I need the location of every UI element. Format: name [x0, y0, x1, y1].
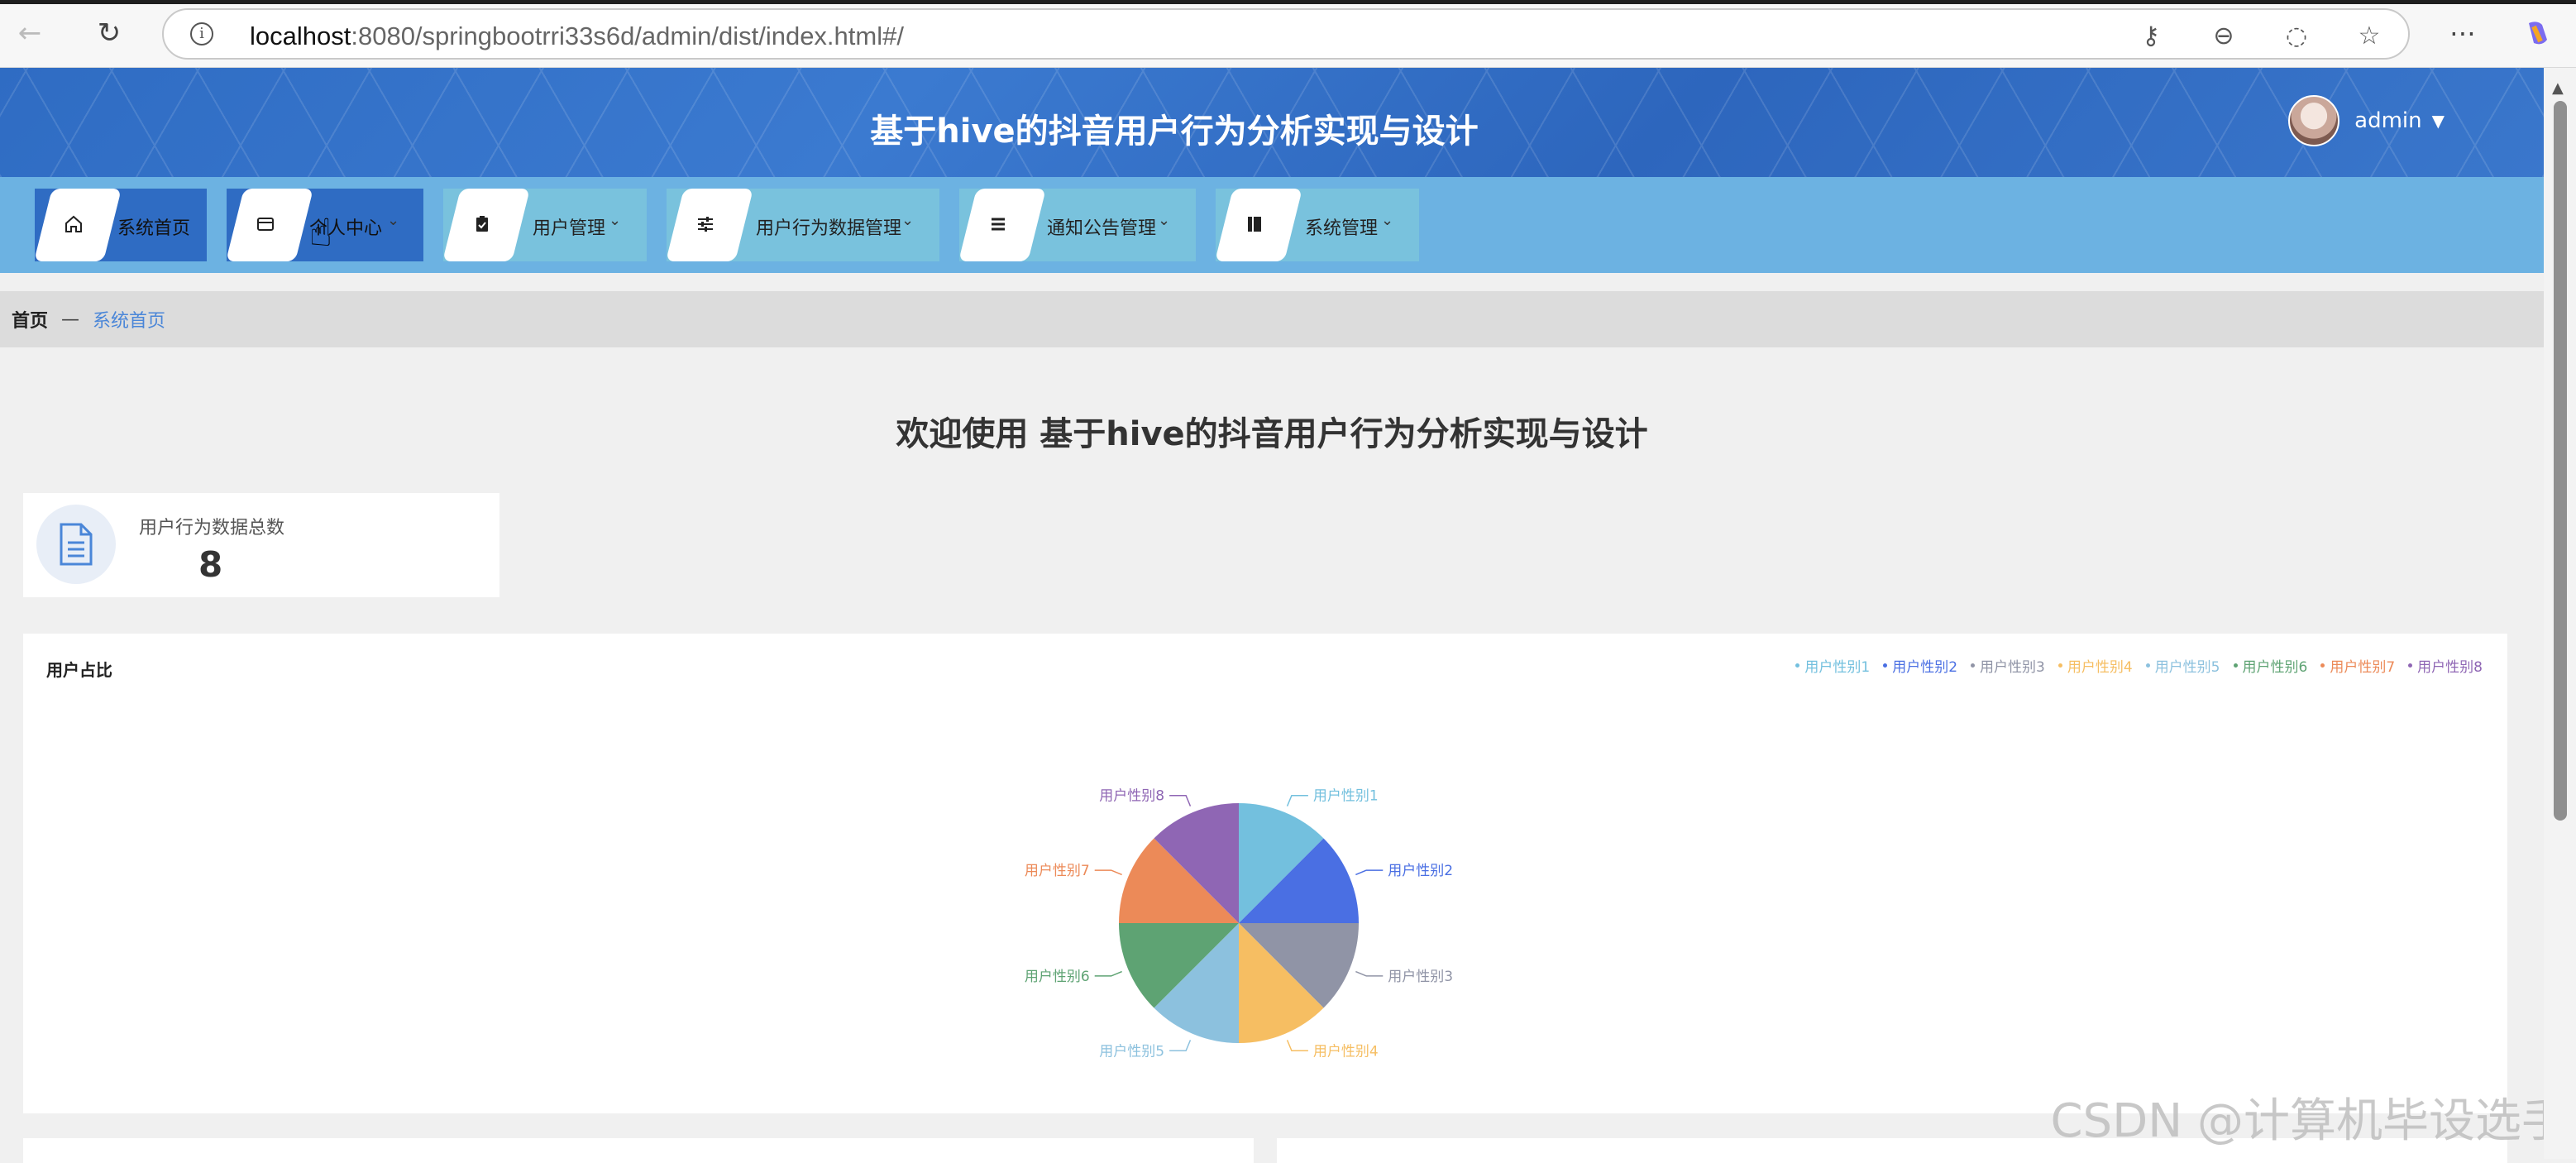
chevron-down-icon: ⌄ [1158, 212, 1171, 229]
chevron-down-icon: ⌄ [387, 212, 400, 229]
home-icon [61, 212, 86, 237]
pie-label: 用户性别7 [1025, 863, 1090, 879]
menu-label: 用户管理 [533, 218, 606, 239]
menu-item-notice-management[interactable]: 通知公告管理 ⌄ [958, 189, 1196, 261]
scroll-thumb[interactable] [2554, 101, 2567, 821]
legend-dot [1795, 663, 1800, 668]
legend-item[interactable]: 用户性别3 [1971, 655, 2045, 676]
pie-label-line [1355, 869, 1384, 876]
hand-cursor-icon: ☝ [309, 210, 333, 255]
legend-dot [2320, 663, 2325, 668]
legend-dot [1971, 663, 1976, 668]
legend-item[interactable]: 用户性别4 [2057, 655, 2133, 676]
edge-icon[interactable]: ◌ [2282, 22, 2311, 50]
menu-item-home[interactable]: 系统首页 [34, 189, 207, 261]
legend-dot [1883, 663, 1888, 668]
stat-value: 8 [198, 544, 223, 585]
pie-label-line [1169, 1040, 1192, 1052]
pie-label: 用户性别4 [1313, 1043, 1379, 1060]
list-icon [986, 212, 1011, 237]
url-text[interactable]: localhost:8080/springbootrri33s6d/admin/… [250, 22, 904, 51]
more-icon[interactable]: ⋯ [2445, 15, 2481, 51]
legend-dot [2145, 663, 2150, 668]
legend-item[interactable]: 用户性别2 [1883, 655, 1957, 676]
pie-label: 用户性别3 [1388, 969, 1453, 985]
copilot-icon[interactable] [2519, 15, 2555, 51]
chevron-down-icon: ⌄ [609, 212, 622, 229]
reload-icon[interactable]: ↻ [91, 15, 127, 51]
back-icon[interactable]: ← [12, 15, 48, 51]
pie-label: 用户性别8 [1099, 788, 1164, 805]
bottom-panel-left [23, 1138, 1254, 1163]
legend-label: 用户性别3 [1980, 659, 2045, 676]
menu-item-user-management[interactable]: 用户管理 ⌄ [442, 189, 647, 261]
page-scrollbar[interactable]: ▲ [2544, 68, 2576, 1159]
legend-dot [2057, 663, 2062, 668]
pie-label-line [1169, 794, 1192, 806]
breadcrumb-home[interactable]: 首页 [12, 306, 48, 333]
avatar[interactable] [2288, 95, 2340, 146]
breadcrumb-separator: — [61, 309, 80, 330]
app-title: 基于hive的抖音用户行为分析实现与设计 [870, 112, 1479, 151]
browser-toolbar: ← ↻ i localhost:8080/springbootrri33s6d/… [0, 0, 2576, 68]
legend-item[interactable]: 用户性别5 [2145, 655, 2220, 676]
stat-label: 用户行为数据总数 [139, 518, 285, 538]
chevron-down-icon: ⌄ [901, 212, 915, 229]
key-icon[interactable]: ⚷ [2137, 22, 2165, 50]
legend-item[interactable]: 用户性别7 [2320, 655, 2395, 676]
welcome-title: 欢迎使用 基于hive的抖音用户行为分析实现与设计 [896, 415, 1648, 453]
legend-label: 用户性别1 [1804, 659, 1871, 676]
book-icon [1242, 212, 1267, 237]
breadcrumb-current[interactable]: 系统首页 [93, 306, 165, 333]
legend-item[interactable]: 用户性别8 [2408, 655, 2483, 676]
legend-label: 用户性别4 [2067, 659, 2133, 676]
address-bar[interactable]: i localhost:8080/springbootrri33s6d/admi… [162, 8, 2410, 60]
sliders-icon [693, 212, 718, 237]
legend-label: 用户性别5 [2154, 659, 2220, 676]
chart-panel: 用户占比 用户性别1 用户性别2 用户性别3 用户性别4 用户性别5 用户性别6 用户性别7… [23, 634, 2507, 1113]
app-header: 基于hive的抖音用户行为分析实现与设计 admin ▼ [0, 68, 2544, 177]
breadcrumb: 首页 — 系统首页 [0, 291, 2544, 347]
zoom-out-icon[interactable]: ⊖ [2210, 22, 2238, 50]
favorite-star-icon[interactable]: ☆ [2355, 22, 2383, 50]
document-icon [36, 505, 116, 584]
scroll-up-icon[interactable]: ▲ [2552, 79, 2564, 97]
legend-label: 用户性别7 [2330, 659, 2396, 676]
menu-label: 用户行为数据管理 [756, 218, 902, 239]
pie-label-line [1286, 794, 1308, 806]
legend-item[interactable]: 用户性别6 [2233, 655, 2308, 676]
chart-legend: 用户性别1 用户性别2 用户性别3 用户性别4 用户性别5 用户性别6 用户性别7 用户性别8 [1782, 655, 2483, 676]
user-name[interactable]: admin [2354, 108, 2421, 133]
info-icon[interactable]: i [190, 22, 213, 45]
menu-item-behavior-data[interactable]: 用户行为数据管理 ⌄ [666, 189, 939, 261]
pie-label: 用户性别1 [1313, 788, 1379, 805]
menu-label: 系统首页 [117, 218, 191, 239]
chart-title: 用户占比 [46, 660, 112, 680]
pie-label: 用户性别6 [1025, 969, 1090, 985]
stat-card: 用户行为数据总数 8 [23, 493, 499, 597]
legend-label: 用户性别8 [2417, 659, 2483, 676]
menu-label: 系统管理 [1305, 218, 1379, 239]
legend-dot [2233, 663, 2238, 668]
legend-item[interactable]: 用户性别1 [1795, 655, 1870, 676]
chevron-down-icon: ⌄ [1381, 212, 1394, 229]
pie-label-line [1355, 970, 1384, 977]
menu-item-system-management[interactable]: 系统管理 ⌄ [1215, 189, 1419, 261]
pie-label: 用户性别5 [1099, 1043, 1164, 1060]
top-nav-menu: 系统首页 个人中心 ⌄ 用户管理 ⌄ 用户行为数据管理 ⌄ 通知公告管理 ⌄ 系… [0, 177, 2544, 273]
watermark: CSDN @计算机毕设选手 [2050, 1094, 2568, 1148]
user-menu[interactable]: admin ▼ [2288, 94, 2445, 147]
legend-dot [2408, 663, 2413, 668]
pie-label-line [1286, 1040, 1308, 1052]
pie-label: 用户性别2 [1388, 863, 1453, 879]
legend-label: 用户性别2 [1892, 659, 1958, 676]
card-icon [253, 212, 278, 237]
menu-label: 通知公告管理 [1047, 218, 1157, 239]
pie-label-line [1094, 869, 1122, 876]
pie-label-line [1094, 970, 1122, 977]
pie-chart: 用户性别1 用户性别2 用户性别3 用户性别4 用户性别5 用户性别6 用户性别7 用户性别8 [1025, 788, 1453, 1060]
caret-down-icon[interactable]: ▼ [2432, 111, 2445, 131]
legend-label: 用户性别6 [2242, 659, 2308, 676]
clipboard-icon [470, 212, 495, 237]
